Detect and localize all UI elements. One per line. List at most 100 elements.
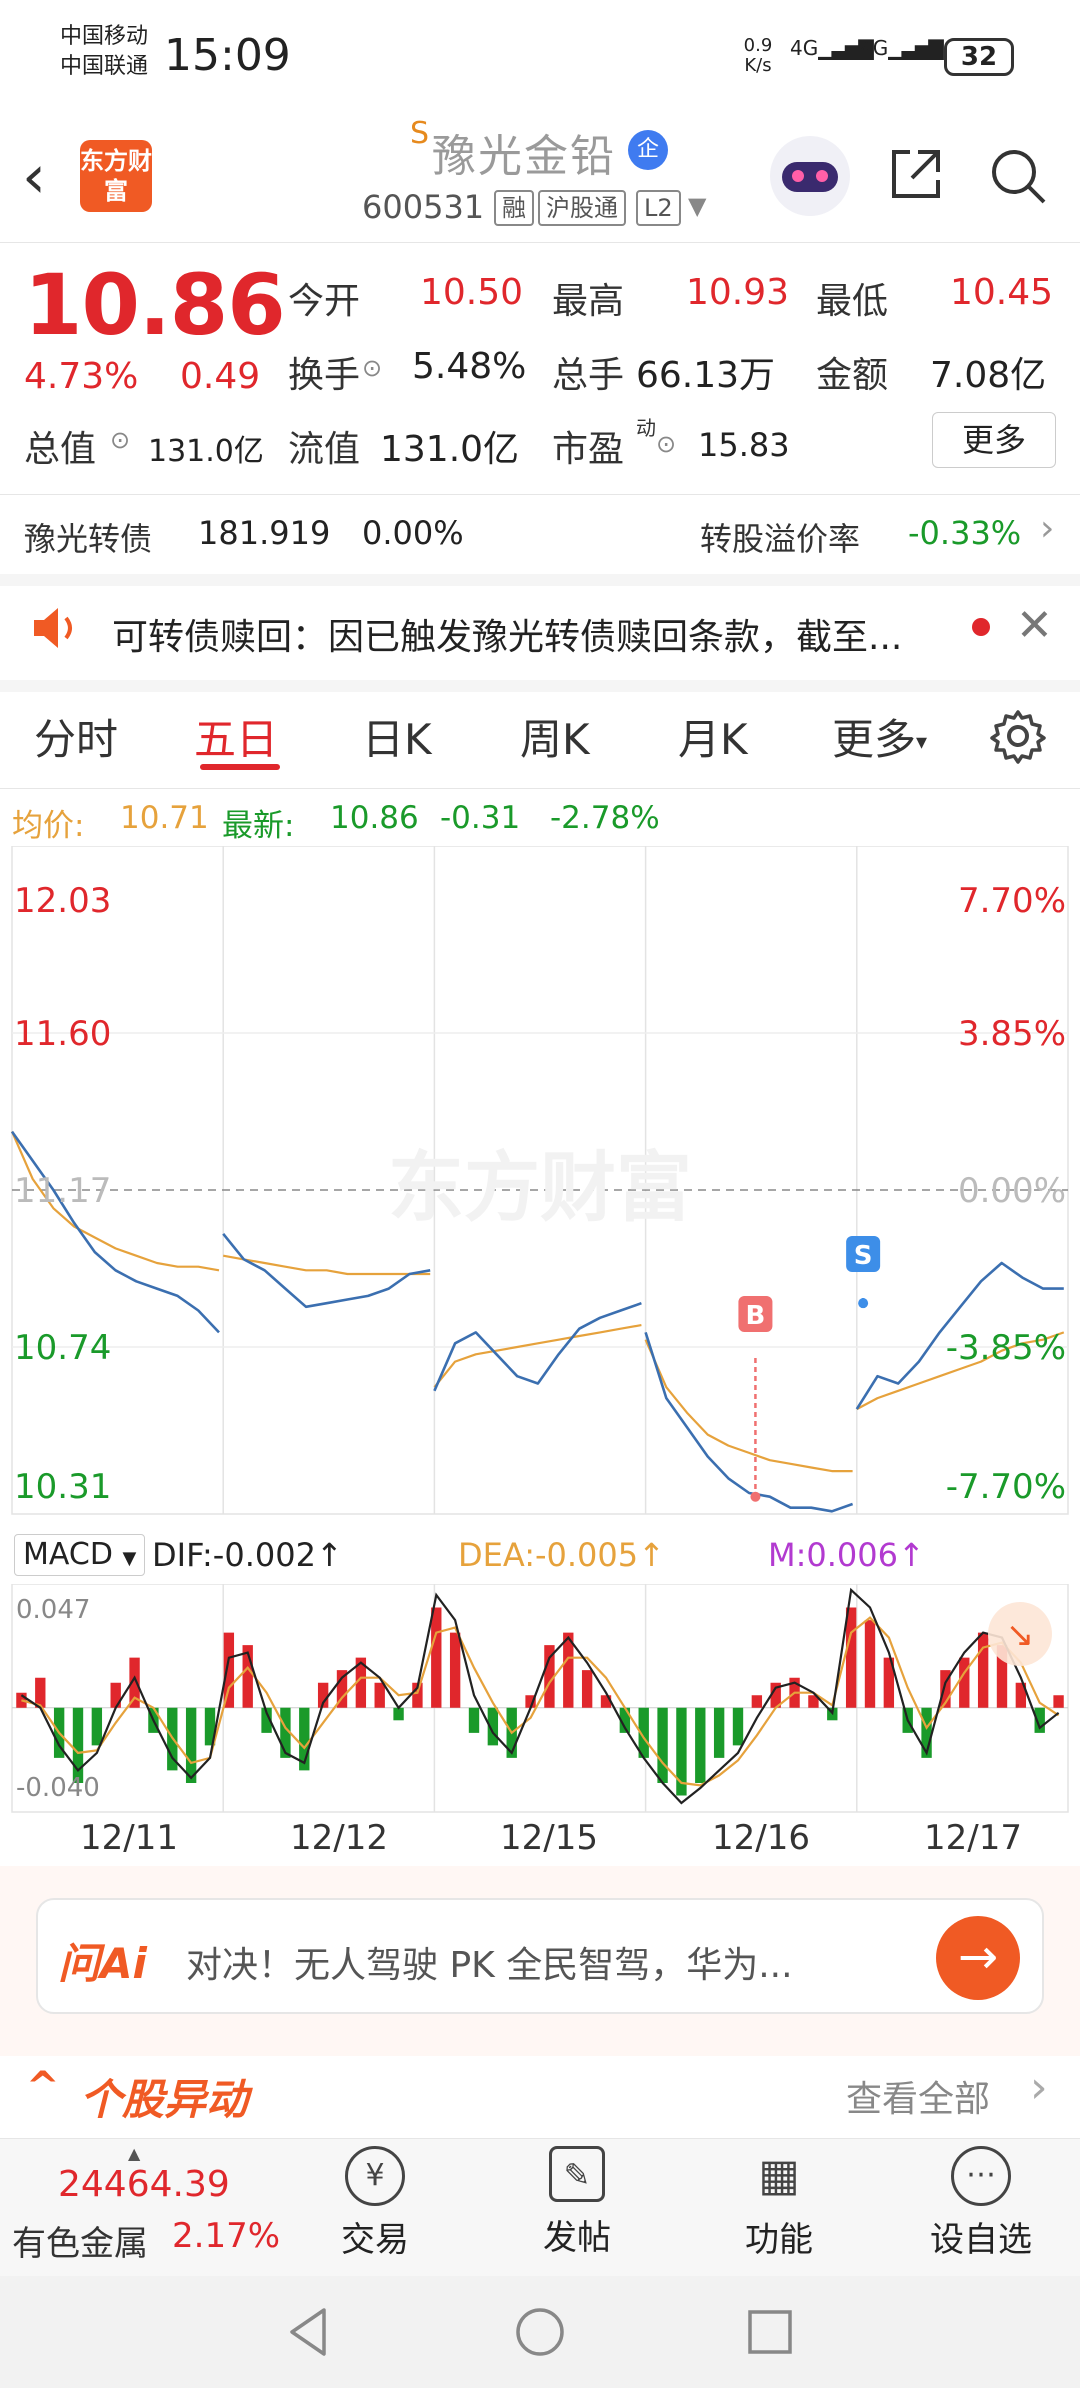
stock-code: 600531 [362, 188, 485, 226]
close-icon[interactable]: ✕ [1016, 600, 1053, 651]
speaker-icon [34, 608, 72, 648]
latest-change-pct: -2.78% [550, 800, 660, 836]
avg-value: 10.71 [120, 800, 209, 836]
open-label: 今开 [288, 281, 361, 322]
chevron-right-icon[interactable]: › [1030, 2062, 1048, 2113]
macd-top-tick: 0.047 [16, 1595, 90, 1625]
mktcap-info-icon[interactable]: ⊙ [110, 426, 130, 454]
app-logo[interactable]: 东方财富 [80, 140, 152, 212]
nav-trade-label: 交易 [341, 2220, 409, 2260]
macd-dif: DIF:-0.002↑ [152, 1536, 343, 1574]
caret-up-icon: ▲ [128, 2144, 141, 2163]
turnover-value: 5.48% [412, 346, 527, 387]
chevron-up-icon[interactable]: ^ [26, 2064, 60, 2110]
watermark-text: 东方财富 [388, 1143, 692, 1232]
pe-info-icon[interactable]: ⊙ [656, 430, 676, 458]
y-left-tick: 11.17 [14, 1171, 111, 1211]
ai-search-bar[interactable]: 问Ai 对决！无人驾驶 PK 全民智驾，华为... → [36, 1898, 1044, 2014]
nav-function-label: 功能 [745, 2220, 813, 2260]
y-left-tick: 10.31 [14, 1467, 111, 1507]
nav-post[interactable]: ✎ 发帖 [512, 2146, 642, 2259]
dropdown-icon[interactable]: ▼ [688, 192, 706, 220]
macd-m: M:0.006↑ [768, 1536, 925, 1574]
macd-selector[interactable]: MACD ▼ [14, 1534, 146, 1576]
y-left-tick: 10.74 [14, 1328, 111, 1368]
change-amount: 0.49 [180, 356, 261, 397]
system-back-icon[interactable] [284, 2306, 332, 2358]
system-home-icon[interactable] [514, 2306, 566, 2358]
avg-label: 均价: [12, 808, 85, 844]
date-tick: 12/15 [500, 1818, 598, 1858]
stock-name: 豫光金铅 [432, 131, 616, 182]
nav-function[interactable]: ▦ 功能 [714, 2146, 844, 2261]
robot-avatar-icon[interactable] [770, 136, 850, 216]
tab-monthly-k[interactable]: 月K [678, 706, 748, 767]
premium-label: 转股溢价率 [700, 520, 861, 558]
y-left-tick: 12.03 [14, 881, 111, 921]
net-speed: 0.9 K/s [743, 35, 773, 76]
marker-S-dot [858, 1298, 869, 1309]
unread-dot [972, 618, 990, 636]
y-right-tick: -3.85% [946, 1328, 1066, 1368]
low-label: 最低 [816, 281, 889, 322]
date-tick: 12/12 [290, 1818, 388, 1858]
system-recents-icon[interactable] [746, 2308, 794, 2356]
volume-value: 66.13万 [636, 355, 776, 396]
current-price: 10.86 [24, 256, 286, 354]
tab-timeshare[interactable]: 分时 [34, 706, 118, 767]
amount-value: 7.08亿 [930, 355, 1047, 396]
info-dots-icon[interactable]: ⊙ [362, 354, 382, 382]
yen-icon: ¥ [345, 2146, 405, 2206]
y-right-tick: 3.85% [958, 1014, 1066, 1054]
y-right-tick: 0.00% [958, 1171, 1066, 1211]
tag-margin: 融 [494, 190, 534, 226]
view-all-link[interactable]: 查看全部 [846, 2070, 990, 2122]
nav-add-watch-label: 设自选 [930, 2220, 1032, 2260]
search-icon[interactable] [988, 146, 1048, 206]
macd-dif-line [20, 1587, 1060, 1805]
tag-level2: L2 [636, 190, 681, 226]
tab-five-day[interactable]: 五日 [194, 706, 278, 767]
more-button[interactable]: 更多 [932, 412, 1056, 468]
mktcap-value: 131.0亿 [148, 434, 264, 469]
tab-more[interactable]: 更多▾ [832, 706, 927, 767]
edit-icon: ✎ [549, 2146, 605, 2202]
date-tick: 12/16 [712, 1818, 810, 1858]
macd-dea: DEA:-0.005↑ [458, 1536, 665, 1574]
nav-post-label: 发帖 [543, 2218, 611, 2258]
carrier-2: 中国联通 [60, 54, 149, 79]
five-day-chart[interactable]: 东方财富 12.03 11.60 11.17 10.74 10.31 7.70% 3.85% 0… [0, 846, 1080, 1526]
bond-name[interactable]: 豫光转债 [24, 514, 152, 560]
date-axis: 12/11 12/12 12/15 12/16 12/17 [0, 1812, 1080, 1860]
more-dots-icon: ⋯ [951, 2146, 1011, 2206]
back-arrow-icon[interactable]: ‹ [22, 142, 46, 212]
change-percent: 4.73% [24, 356, 139, 397]
tab-active-underline [200, 764, 280, 770]
pe-value: 15.83 [698, 426, 790, 464]
marker-S-label: S [854, 1241, 873, 1271]
section-title: 个股异动 [80, 2075, 249, 2124]
high-label: 最高 [552, 281, 625, 322]
arrow-right-icon[interactable]: → [936, 1916, 1020, 2000]
y-right-tick: -7.70% [946, 1467, 1066, 1507]
index-value[interactable]: 24464.39 [58, 2164, 230, 2205]
settings-gear-icon[interactable] [990, 708, 1046, 764]
chevron-right-icon[interactable]: › [1040, 508, 1054, 549]
nav-trade[interactable]: ¥ 交易 [310, 2146, 440, 2261]
tab-weekly-k[interactable]: 周K [520, 706, 590, 767]
notice-text[interactable]: 可转债赎回：因已触发豫光转债赎回条款，截至... [112, 608, 902, 660]
tag-connect: 沪股通 [538, 190, 626, 226]
index-name[interactable]: 有色金属 [12, 2216, 148, 2265]
float-label: 流值 [288, 429, 361, 470]
tab-daily-k[interactable]: 日K [362, 706, 432, 767]
series-price-line [10, 1130, 220, 1334]
s-mark: S [410, 116, 430, 151]
ai-prompt-text: 对决！无人驾驶 PK 全民智驾，华为... [186, 1945, 793, 1986]
index-pct: 2.17% [172, 2216, 281, 2256]
share-icon[interactable] [888, 146, 944, 202]
nav-add-watch[interactable]: ⋯ 设自选 [916, 2146, 1046, 2261]
macd-chart[interactable]: 0.047 -0.040 ↘ [0, 1584, 1080, 1814]
date-tick: 12/17 [924, 1818, 1022, 1858]
series-avg-line [433, 1324, 642, 1388]
mktcap-label: 总值 [24, 429, 97, 470]
